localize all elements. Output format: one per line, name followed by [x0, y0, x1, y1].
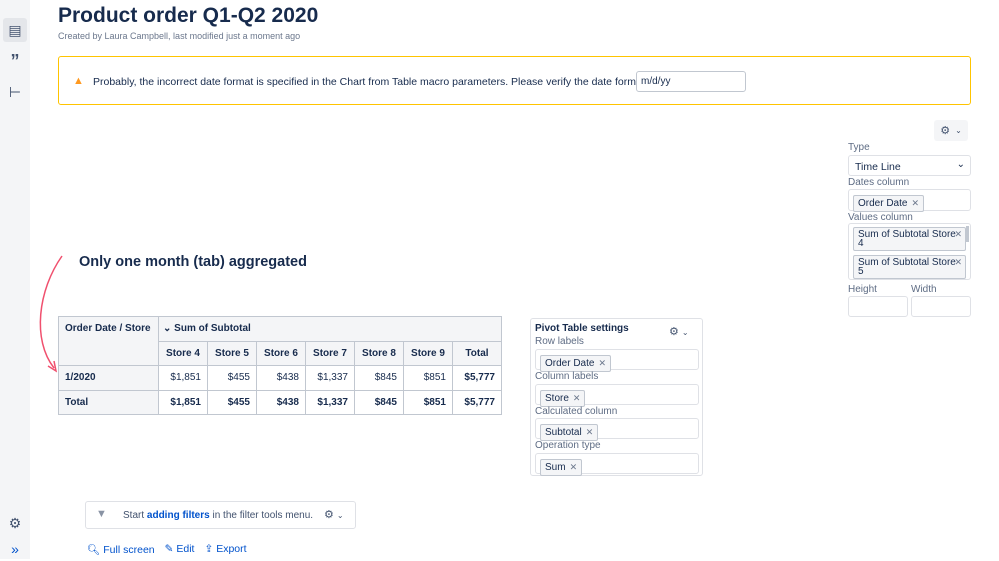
- warning-banner: ▲ Probably, the incorrect date format is…: [58, 56, 971, 105]
- filter-gear-button[interactable]: ⚙ ⌄: [324, 508, 344, 521]
- sidebar: ▤ ” ⊢ ⚙ »: [0, 0, 30, 559]
- tree-icon[interactable]: ⊢: [3, 80, 27, 104]
- cell: $845: [354, 389, 404, 415]
- page-title: Product order Q1-Q2 2020: [58, 4, 319, 27]
- width-input[interactable]: [911, 296, 971, 317]
- export-link[interactable]: ⇪ Export: [204, 543, 246, 556]
- cell: $851: [403, 389, 453, 415]
- pivot-gear-button[interactable]: ⚙ ⌄: [669, 325, 689, 338]
- remove-icon[interactable]: ✕: [911, 198, 919, 208]
- cell: $5,777: [452, 365, 502, 391]
- remove-icon[interactable]: ✕: [954, 258, 962, 267]
- annotation-text: Only one month (tab) aggregated: [79, 254, 307, 270]
- edit-link[interactable]: ✎ Edit: [165, 543, 195, 556]
- cell: $1,337: [305, 365, 355, 391]
- remove-icon[interactable]: ✕: [598, 358, 606, 368]
- type-value: Time Line: [855, 161, 901, 173]
- chevron-down-icon: ⌄: [955, 126, 962, 135]
- row-label: 1/2020: [58, 365, 159, 391]
- dates-field[interactable]: Order Date ✕: [848, 189, 971, 212]
- row-label: Total: [58, 389, 159, 415]
- column-header: Store 5: [207, 340, 257, 366]
- page-icon[interactable]: ▤: [3, 18, 27, 42]
- cell: $438: [256, 365, 306, 391]
- chip: Order Date ✕: [853, 195, 925, 212]
- corner-header: Order Date / Store: [58, 316, 159, 366]
- pivot-table: Order Date / Store ⌄ Sum of Subtotal Sto…: [58, 316, 502, 415]
- column-labels-label: Column labels: [535, 371, 599, 382]
- width-label: Width: [911, 284, 937, 295]
- cell: $845: [354, 365, 404, 391]
- chart-settings-button[interactable]: ⚙ ⌄: [934, 120, 968, 141]
- adding-filters-link[interactable]: adding filters: [147, 510, 210, 521]
- action-links: 🔍︎ Full screen ✎ Edit ⇪ Export: [87, 543, 247, 556]
- height-input[interactable]: [848, 296, 908, 317]
- cell: $5,777: [452, 389, 502, 415]
- export-icon: ⇪: [204, 543, 214, 555]
- cell: $1,851: [158, 389, 208, 415]
- cell: $455: [207, 365, 257, 391]
- column-header: Store 9: [403, 340, 453, 366]
- group-header[interactable]: ⌄ Sum of Subtotal: [158, 316, 502, 342]
- remove-icon[interactable]: ✕: [586, 427, 594, 437]
- row-labels-field[interactable]: Order Date ✕: [535, 349, 699, 372]
- dates-label: Dates column: [848, 177, 910, 188]
- row-labels-label: Row labels: [535, 336, 584, 347]
- type-select[interactable]: Time Line ⌄: [848, 155, 971, 176]
- filter-message: Start adding filters in the filter tools…: [123, 510, 314, 521]
- cell: $851: [403, 365, 453, 391]
- chevron-down-icon: ⌄: [956, 159, 965, 170]
- values-label: Values column: [848, 212, 913, 223]
- quote-icon[interactable]: ”: [3, 49, 27, 73]
- remove-icon[interactable]: ✕: [954, 230, 962, 239]
- total-row: Total $1,851 $455 $438 $1,337 $845 $851 …: [58, 389, 502, 415]
- remove-icon[interactable]: ✕: [570, 462, 578, 472]
- chip: Sum of Subtotal Store 5 ✕: [853, 255, 966, 279]
- operation-type-label: Operation type: [535, 440, 601, 451]
- column-labels-field[interactable]: Store ✕: [535, 384, 699, 407]
- warning-message: Probably, the incorrect date format is s…: [93, 76, 648, 88]
- warning-icon: ▲: [73, 75, 84, 87]
- pencil-icon: ✎: [164, 543, 174, 555]
- remove-icon[interactable]: ✕: [573, 393, 581, 403]
- cell: $1,337: [305, 389, 355, 415]
- search-icon: 🔍︎: [87, 544, 101, 556]
- column-header: Store 4: [158, 340, 208, 366]
- column-header: Store 6: [256, 340, 306, 366]
- fullscreen-link[interactable]: 🔍︎ Full screen: [87, 543, 155, 556]
- cell: $438: [256, 389, 306, 415]
- cell: $1,851: [158, 365, 208, 391]
- chip: Sum of Subtotal Store 4 ✕: [853, 227, 966, 251]
- type-label: Type: [848, 142, 870, 153]
- values-field[interactable]: Sum of Subtotal Store 4 ✕ Sum of Subtotal…: [848, 223, 971, 280]
- calculated-column-label: Calculated column: [535, 406, 618, 417]
- gear-icon: ⚙: [940, 125, 951, 137]
- table-row: 1/2020 $1,851 $455 $438 $1,337 $845 $851…: [58, 365, 502, 391]
- pivot-title: Pivot Table settings: [535, 323, 629, 334]
- height-label: Height: [848, 284, 877, 295]
- operation-type-field[interactable]: Sum ✕: [535, 453, 699, 476]
- byline: Created by Laura Campbell, last modified…: [58, 31, 301, 41]
- expand-icon[interactable]: »: [3, 537, 27, 561]
- cell: $455: [207, 389, 257, 415]
- filter-bar: ▼ Start adding filters in the filter too…: [85, 501, 356, 529]
- calculated-column-field[interactable]: Subtotal ✕: [535, 418, 699, 441]
- column-header: Store 8: [354, 340, 404, 366]
- column-header: Store 7: [305, 340, 355, 366]
- pivot-settings-panel: Pivot Table settings ⚙ ⌄ Row labels Orde…: [530, 318, 703, 476]
- settings-icon[interactable]: ⚙: [3, 511, 27, 535]
- scrollbar[interactable]: [966, 226, 969, 242]
- filter-icon: ▼: [96, 508, 107, 520]
- date-format-input[interactable]: [636, 71, 746, 92]
- column-header: Total: [452, 340, 502, 366]
